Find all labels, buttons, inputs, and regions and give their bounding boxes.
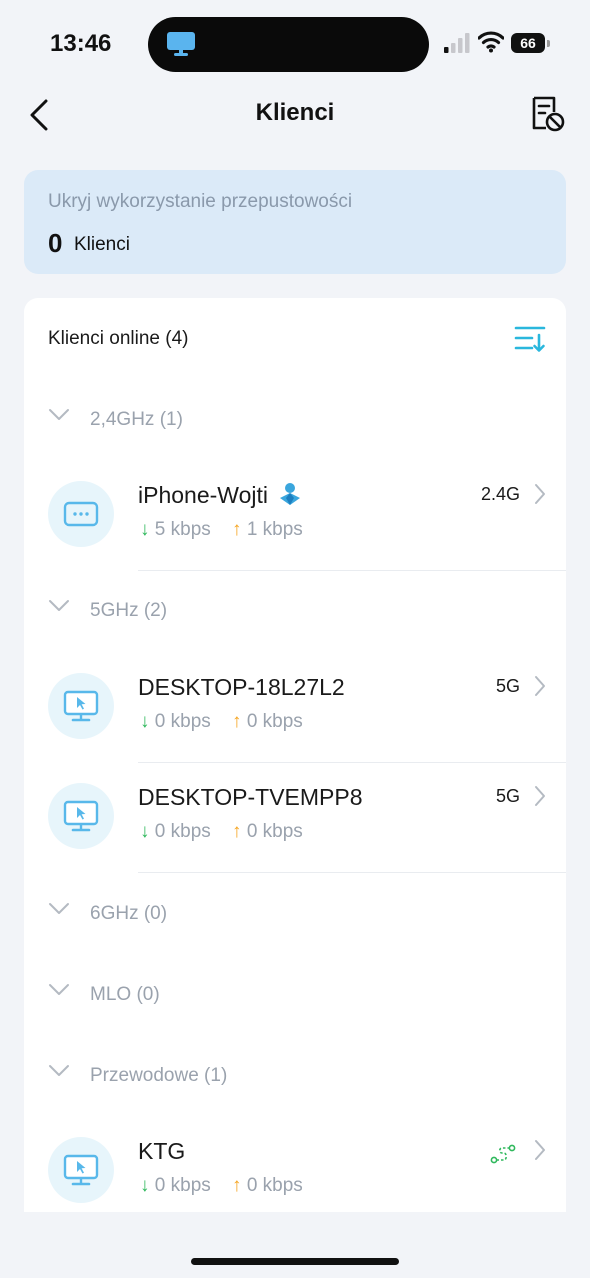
chevron-down-icon [49, 903, 69, 914]
client-avatar [48, 673, 114, 739]
sort-icon[interactable] [514, 324, 546, 354]
home-indicator [191, 1258, 399, 1265]
client-name-text: iPhone-Wojti [138, 482, 268, 508]
desktop-icon [63, 690, 99, 722]
row-divider [138, 570, 566, 571]
cellular-signal-icon [444, 33, 470, 53]
monitor-icon [167, 32, 195, 56]
client-name: iPhone-Wojti [138, 482, 302, 509]
client-avatar [48, 1137, 114, 1203]
client-rates: ↓ 5 kbps ↑ 1 kbps [140, 519, 303, 541]
wired-connection-icon [490, 1144, 516, 1164]
hide-bandwidth-card[interactable]: Ukryj wykorzystanie przepustowości 0 Kli… [24, 170, 566, 274]
upload-rate: 0 kbps [246, 711, 303, 732]
chevron-right-icon [535, 1140, 545, 1160]
group-label: 6GHz (0) [90, 903, 168, 924]
desktop-icon [63, 1154, 99, 1186]
phone-icon [63, 501, 99, 527]
online-clients-card: Klienci online (4) 2,4GHz (1) iPhone-Woj… [24, 298, 566, 1212]
group-label: MLO (0) [90, 984, 160, 1005]
download-rate: 0 kbps [154, 1175, 211, 1196]
battery-indicator: 66 [511, 33, 550, 53]
status-time: 13:46 [50, 30, 112, 57]
status-bar: 13:46 66 [0, 0, 590, 80]
client-row-desktop-tvempp8[interactable]: DESKTOP-TVEMPP8 ↓ 0 kbps ↑ 0 kbps 5G [24, 763, 566, 873]
page-title: Klienci [255, 99, 335, 126]
owner-user-icon [280, 483, 301, 505]
client-band: 2.4G [480, 484, 520, 504]
download-rate: 0 kbps [154, 711, 211, 732]
group-label: Przewodowe (1) [90, 1065, 228, 1086]
dynamic-island [148, 17, 429, 72]
download-rate: 0 kbps [154, 821, 211, 842]
upload-rate: 1 kbps [246, 519, 303, 540]
client-name: DESKTOP-TVEMPP8 [138, 784, 363, 810]
hidden-clients-unit: Klienci [74, 234, 130, 255]
client-rates: ↓ 0 kbps ↑ 0 kbps [140, 821, 303, 843]
client-band: 5G [495, 786, 520, 806]
chevron-right-icon [535, 676, 545, 696]
client-rates: ↓ 0 kbps ↑ 0 kbps [140, 1175, 303, 1197]
client-rates: ↓ 0 kbps ↑ 0 kbps [140, 711, 303, 733]
client-name: KTG [138, 1138, 186, 1164]
nav-bar: Klienci [0, 80, 590, 150]
upload-arrow-icon: ↑ [232, 519, 242, 540]
chevron-down-icon [49, 984, 69, 995]
download-arrow-icon: ↓ [140, 711, 150, 732]
row-divider [138, 872, 566, 873]
hidden-clients-count: 0 [48, 228, 63, 258]
online-clients-title: Klienci online (4) [48, 328, 189, 349]
client-band: 5G [495, 676, 520, 696]
chevron-right-icon [535, 786, 545, 806]
client-avatar [48, 481, 114, 547]
download-arrow-icon: ↓ [140, 1175, 150, 1196]
group-label: 2,4GHz (1) [90, 409, 183, 430]
client-name: DESKTOP-18L27L2 [138, 674, 345, 700]
client-avatar [48, 783, 114, 849]
client-row-ktg[interactable]: KTG ↓ 0 kbps ↑ 0 kbps [24, 1117, 566, 1212]
upload-rate: 0 kbps [246, 821, 303, 842]
chevron-down-icon [49, 600, 69, 611]
group-label: 5GHz (2) [90, 600, 168, 621]
download-arrow-icon: ↓ [140, 519, 150, 540]
upload-arrow-icon: ↑ [232, 1175, 242, 1196]
client-row-desktop-18l27l2[interactable]: DESKTOP-18L27L2 ↓ 0 kbps ↑ 0 kbps 5G [24, 653, 566, 763]
upload-rate: 0 kbps [246, 1175, 303, 1196]
hide-bandwidth-label: Ukryj wykorzystanie przepustowości [48, 191, 353, 212]
chevron-down-icon [49, 409, 69, 420]
download-arrow-icon: ↓ [140, 821, 150, 842]
blocked-clients-button[interactable] [528, 94, 568, 134]
upload-arrow-icon: ↑ [232, 711, 242, 732]
download-rate: 5 kbps [154, 519, 211, 540]
client-row-iphone-wojti[interactable]: iPhone-Wojti ↓ 5 kbps ↑ 1 kbps 2.4G [24, 461, 566, 571]
chevron-right-icon [535, 484, 545, 504]
wifi-icon [478, 31, 504, 53]
desktop-icon [63, 800, 99, 832]
upload-arrow-icon: ↑ [232, 821, 242, 842]
chevron-down-icon [49, 1065, 69, 1076]
